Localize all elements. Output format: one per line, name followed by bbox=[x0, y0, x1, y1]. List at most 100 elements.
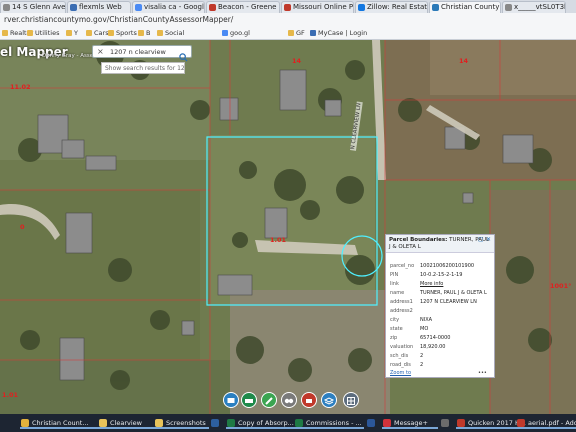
basemap-tool[interactable] bbox=[343, 392, 359, 408]
tab-christian-county[interactable]: Christian County Parcel bbox=[429, 1, 501, 13]
url-text[interactable]: rver.christiancountymo.gov/ChristianCoun… bbox=[4, 15, 233, 24]
flexmls-icon bbox=[70, 4, 77, 11]
folder-icon bbox=[138, 30, 144, 36]
popup-row: city NIXA bbox=[390, 317, 433, 323]
bookmark-googl[interactable]: goo.gl bbox=[222, 29, 250, 37]
mycase-icon bbox=[310, 30, 316, 36]
google-icon bbox=[135, 4, 142, 11]
tab-google-search[interactable]: visalia ca - Google Sea bbox=[132, 1, 205, 13]
bookmark-cars[interactable]: Cars bbox=[86, 29, 109, 37]
taskbar-item-quicken[interactable]: Quicken 2017 H... bbox=[456, 417, 526, 429]
bookmark-utilities[interactable]: Utilities bbox=[27, 29, 59, 37]
parcel-number-label: 14 bbox=[292, 57, 302, 65]
popup-row: address1 1207 N CLEARVIEW LN bbox=[390, 299, 477, 305]
excel-icon bbox=[295, 419, 303, 427]
bookmark-y[interactable]: Y bbox=[66, 29, 78, 37]
bookmark-gf[interactable]: GF bbox=[288, 29, 305, 37]
search-value[interactable]: 1207 n clearview bbox=[110, 48, 166, 56]
bookmark-social[interactable]: Social bbox=[157, 29, 184, 37]
folder-icon bbox=[155, 419, 163, 427]
taskbar-item-acrobat[interactable]: aerial.pdf - Ado... bbox=[516, 417, 576, 429]
tab-glenn-ave[interactable]: 14 S Glenn Ave A&E bbox=[0, 1, 66, 13]
taskbar-item-excel-absorption[interactable]: Copy of Absorp... bbox=[226, 417, 294, 429]
pencil-icon bbox=[265, 397, 273, 405]
measure-tool[interactable] bbox=[241, 392, 257, 408]
county-icon bbox=[432, 4, 439, 11]
eraser-icon bbox=[306, 399, 312, 403]
folder-icon bbox=[2, 30, 8, 36]
binoculars-icon bbox=[284, 398, 294, 404]
message-icon bbox=[383, 419, 391, 427]
page-icon bbox=[505, 4, 512, 11]
popup-row: road_dis 2 bbox=[390, 362, 424, 368]
taskbar-item-screenshots[interactable]: Screenshots bbox=[154, 417, 209, 429]
popup-row: PIN 10-0.2-15-2-1-19 bbox=[390, 272, 463, 278]
ruler-icon bbox=[245, 399, 253, 403]
layers-tool[interactable] bbox=[321, 392, 337, 408]
close-icon[interactable]: ✕ bbox=[486, 237, 492, 243]
excel-icon bbox=[227, 419, 235, 427]
taskbar-item-chrome[interactable]: Christian Count... bbox=[20, 417, 98, 429]
acreage-label: 1001° bbox=[550, 282, 572, 290]
draw-tool[interactable] bbox=[261, 392, 277, 408]
popup-row: valuation 18,920.00 bbox=[390, 344, 446, 350]
popup-footer: Zoom to ••• bbox=[390, 370, 487, 376]
taskbar-item-message[interactable]: Message+ bbox=[382, 417, 438, 429]
beacon-icon bbox=[209, 4, 216, 11]
grid-icon bbox=[347, 397, 355, 405]
address-bar[interactable]: rver.christiancountymo.gov/ChristianCoun… bbox=[0, 13, 576, 28]
search-suggestion[interactable]: Show search results for 120 bbox=[101, 62, 185, 74]
clear-icon[interactable]: × bbox=[97, 47, 104, 56]
folder-icon bbox=[157, 30, 163, 36]
layers-icon bbox=[323, 397, 335, 405]
parcel-number-label: 1.01 bbox=[270, 236, 287, 244]
tab-beacon[interactable]: Beacon - Greene Count bbox=[206, 1, 280, 13]
chrome-icon bbox=[21, 419, 29, 427]
taskbar-item-photoshop[interactable] bbox=[210, 417, 226, 429]
more-info-link[interactable]: More info bbox=[420, 281, 443, 287]
parcel-number-label: 0 bbox=[20, 223, 25, 231]
popup-row: sch_dis 2 bbox=[390, 353, 424, 359]
more-options-icon[interactable]: ••• bbox=[478, 370, 487, 376]
zoom-to-link[interactable]: Zoom to bbox=[390, 370, 411, 376]
taskbar-item-excel-commissions[interactable]: Commissions - ... bbox=[294, 417, 364, 429]
folder-icon bbox=[66, 30, 72, 36]
popup-row: address2 bbox=[390, 308, 413, 314]
folder-icon bbox=[108, 30, 114, 36]
taskbar-item-app[interactable] bbox=[440, 417, 456, 429]
popup-row: parcel_no 10021006200101900 bbox=[390, 263, 475, 269]
taskbar: Christian Count... Clearview Screenshots… bbox=[0, 414, 576, 432]
popup-row: link More info bbox=[390, 281, 444, 287]
acrobat-icon bbox=[517, 419, 525, 427]
zillow-icon bbox=[358, 4, 365, 11]
app-icon bbox=[441, 419, 449, 427]
popup-row: zip 65714-0000 bbox=[390, 335, 451, 341]
bookmark-mycase[interactable]: MyCase | Login bbox=[310, 29, 367, 37]
print-tool[interactable] bbox=[223, 392, 239, 408]
folder-icon bbox=[86, 30, 92, 36]
tab-flexmls[interactable]: flexmls Web bbox=[67, 1, 131, 13]
folder-icon bbox=[99, 419, 107, 427]
word-icon bbox=[367, 419, 375, 427]
missouri-icon bbox=[284, 4, 291, 11]
parcel-number-label: 11.02 bbox=[10, 83, 31, 91]
taskbar-item-word[interactable] bbox=[366, 417, 382, 429]
identify-tool[interactable] bbox=[281, 392, 297, 408]
tab-zillow[interactable]: Zillow: Real Estate, Apa bbox=[355, 1, 428, 13]
parcel-number-label: 1.01 bbox=[2, 391, 19, 399]
taskbar-item-clearview[interactable]: Clearview bbox=[98, 417, 154, 429]
maximize-icon[interactable]: ▢ bbox=[478, 237, 484, 243]
parcel-number-label: 14 bbox=[459, 57, 469, 65]
quicken-icon bbox=[457, 419, 465, 427]
popup-row: name TURNER, PAUL J & OLETA L bbox=[390, 290, 487, 296]
tab-missouri-online[interactable]: Missouri Online Propert bbox=[281, 1, 354, 13]
search-input[interactable]: × 1207 n clearview bbox=[92, 45, 192, 62]
parcel-info-popup: Parcel Boundaries: TURNER, PAUL J & OLET… bbox=[385, 234, 495, 378]
clear-tool[interactable] bbox=[301, 392, 317, 408]
bookmark-b[interactable]: B bbox=[138, 29, 150, 37]
browser-tab-bar: 14 S Glenn Ave A&E flexmls Web visalia c… bbox=[0, 0, 576, 14]
tab-untitled[interactable]: x_____vtSL0T3kb8C14 bbox=[502, 1, 566, 13]
bookmarks-bar: Realtor Utilities Y Cars Sports B Social… bbox=[0, 27, 576, 40]
folder-icon bbox=[27, 30, 33, 36]
bookmark-sports[interactable]: Sports bbox=[108, 29, 137, 37]
